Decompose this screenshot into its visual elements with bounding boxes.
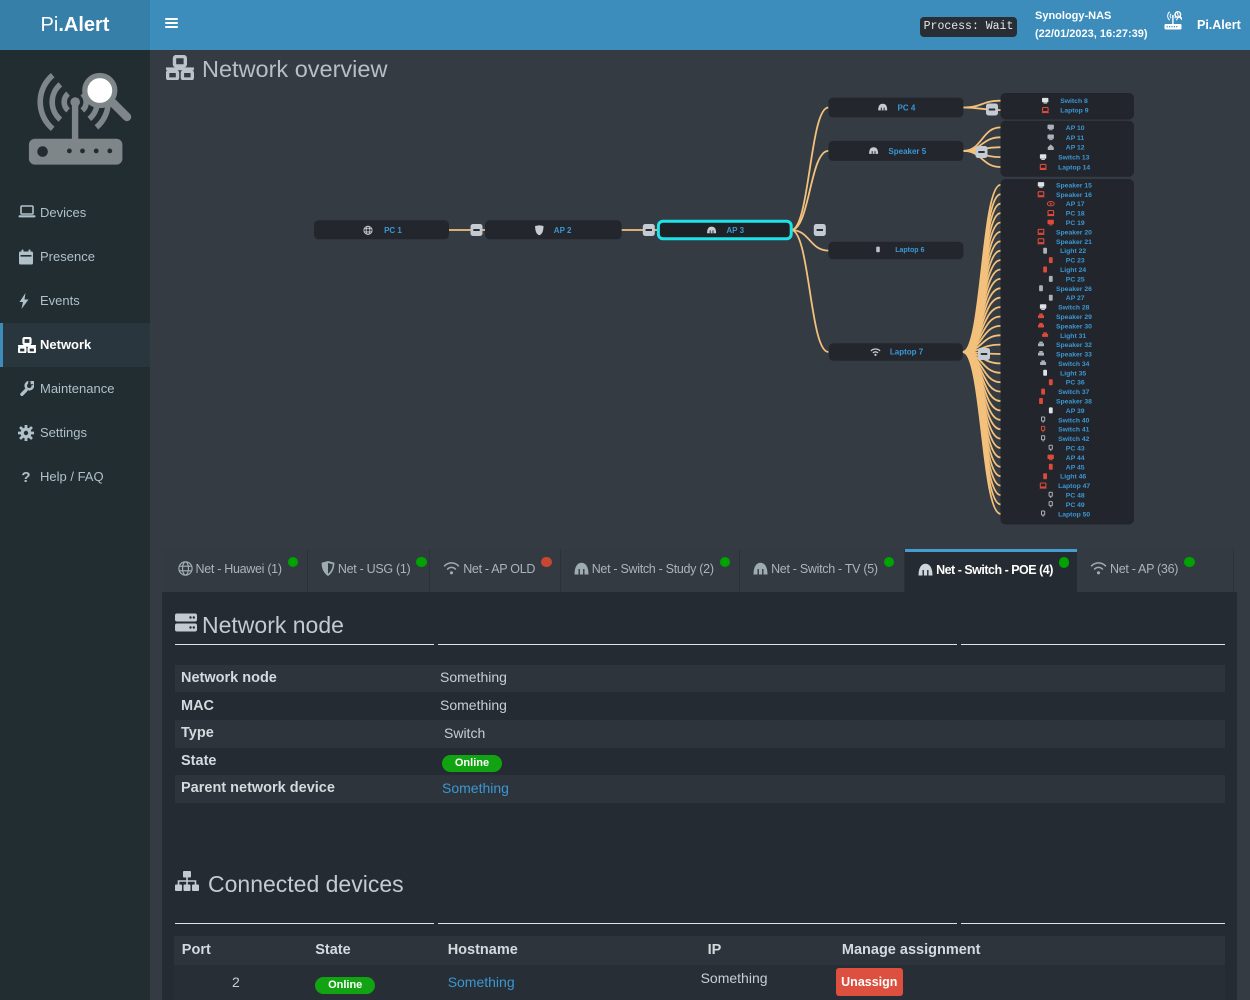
svg-text:Light 46: Light 46 (1060, 474, 1086, 481)
svg-text:Switch 37: Switch 37 (1058, 389, 1090, 396)
svg-text:Laptop 47: Laptop 47 (1058, 483, 1090, 490)
svg-text:PC 23: PC 23 (1066, 258, 1085, 265)
svg-text:AP 44: AP 44 (1066, 455, 1085, 462)
svg-text:?: ? (21, 469, 30, 485)
svg-text:Light 35: Light 35 (1060, 370, 1086, 377)
svg-text:PC 18: PC 18 (1066, 211, 1085, 218)
svg-text:Speaker 20: Speaker 20 (1056, 229, 1092, 236)
svg-text:Speaker 32: Speaker 32 (1056, 342, 1092, 349)
svg-text:Speaker 21: Speaker 21 (1056, 239, 1092, 246)
svg-text:AP 11: AP 11 (1066, 135, 1085, 142)
svg-text:Switch 28: Switch 28 (1058, 305, 1090, 312)
svg-text:PC 19: PC 19 (1066, 220, 1085, 227)
svg-text:Laptop 50: Laptop 50 (1058, 511, 1090, 518)
svg-text:Light 22: Light 22 (1060, 248, 1086, 255)
svg-text:Switch 8: Switch 8 (1060, 98, 1088, 105)
svg-text:Laptop 14: Laptop 14 (1058, 165, 1090, 172)
svg-text:Switch 34: Switch 34 (1058, 361, 1090, 368)
svg-text:Speaker 33: Speaker 33 (1056, 352, 1092, 359)
svg-text:Speaker 5: Speaker 5 (888, 147, 926, 156)
svg-text:Speaker 29: Speaker 29 (1056, 314, 1092, 321)
svg-text:Speaker 16: Speaker 16 (1056, 192, 1092, 199)
svg-text:AP 2: AP 2 (554, 226, 572, 235)
svg-text:Laptop 9: Laptop 9 (1060, 108, 1089, 115)
svg-text:AP 27: AP 27 (1066, 295, 1085, 302)
svg-text:Switch 41: Switch 41 (1058, 427, 1090, 434)
svg-text:Switch 40: Switch 40 (1058, 417, 1090, 424)
svg-text:Switch 42: Switch 42 (1058, 436, 1090, 443)
svg-text:Speaker 38: Speaker 38 (1056, 399, 1092, 406)
svg-text:AP 17: AP 17 (1066, 201, 1085, 208)
svg-text:PC 4: PC 4 (898, 103, 916, 112)
svg-text:PC 43: PC 43 (1066, 446, 1085, 453)
svg-text:Switch 13: Switch 13 (1058, 155, 1090, 162)
svg-text:Speaker 15: Speaker 15 (1056, 182, 1092, 189)
svg-text:Light 31: Light 31 (1060, 333, 1086, 340)
svg-text:Light 24: Light 24 (1060, 267, 1086, 274)
svg-text:PC 1: PC 1 (384, 226, 402, 235)
svg-text:AP 3: AP 3 (726, 226, 744, 235)
svg-text:Speaker 26: Speaker 26 (1056, 286, 1092, 293)
svg-text:AP 10: AP 10 (1066, 125, 1085, 132)
svg-text:PC 25: PC 25 (1066, 276, 1085, 283)
svg-text:AP 12: AP 12 (1066, 145, 1085, 152)
svg-text:PC 49: PC 49 (1066, 502, 1085, 509)
svg-text:AP 39: AP 39 (1066, 408, 1085, 415)
svg-text:PC 48: PC 48 (1066, 493, 1085, 500)
svg-text:Laptop 7: Laptop 7 (890, 348, 924, 357)
svg-text:Speaker 30: Speaker 30 (1056, 323, 1092, 330)
svg-text:Laptop 6: Laptop 6 (895, 247, 924, 254)
svg-text:AP 45: AP 45 (1066, 464, 1085, 471)
svg-text:PC 36: PC 36 (1066, 380, 1085, 387)
